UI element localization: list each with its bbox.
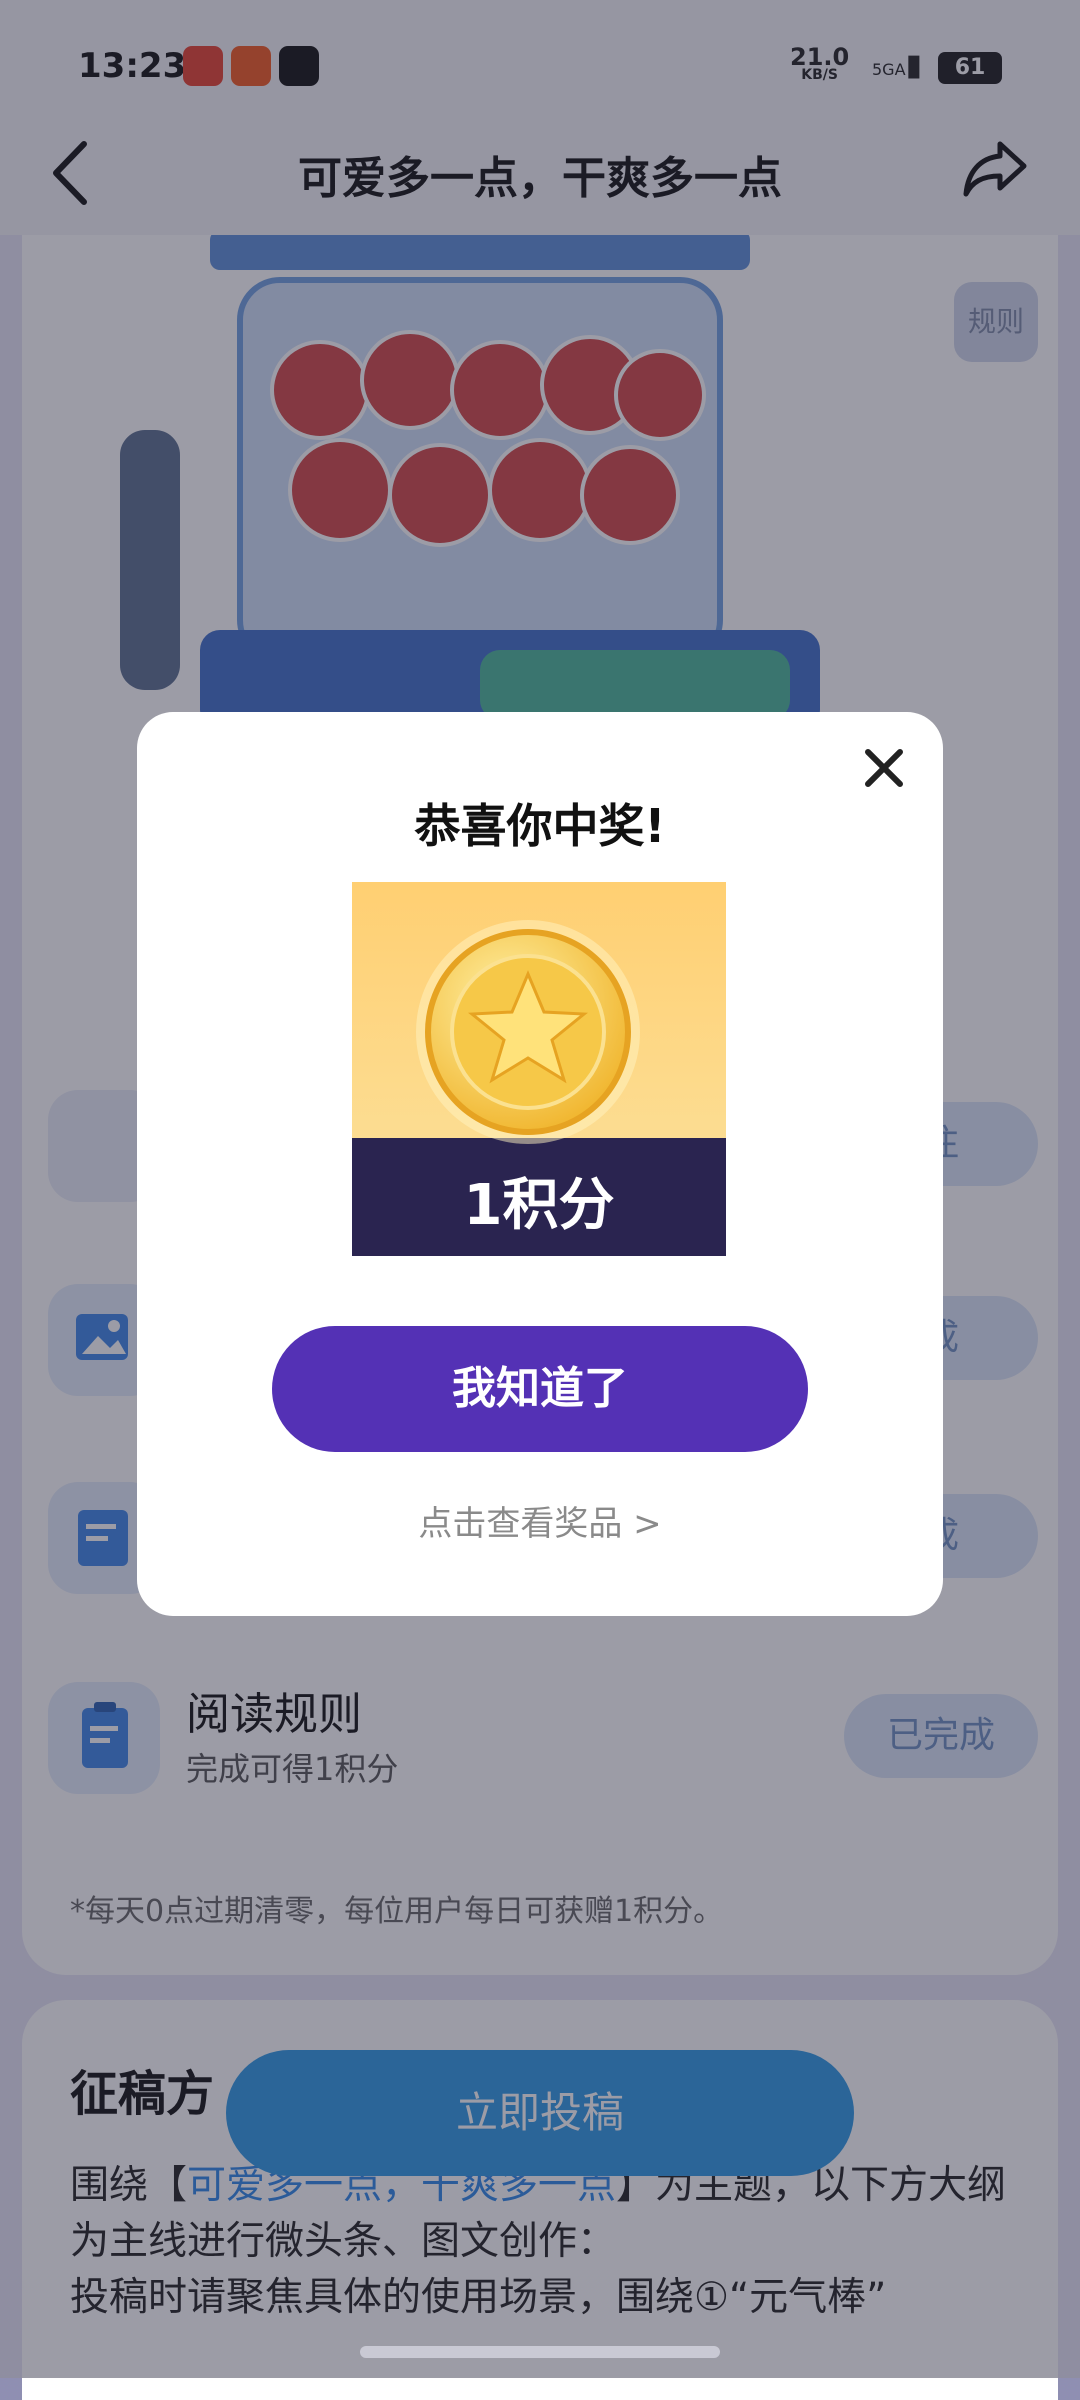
got-it-button[interactable]: 我知道了 [272, 1326, 808, 1452]
prize-label: 1积分 [463, 1173, 615, 1238]
home-indicator[interactable] [360, 2346, 720, 2358]
close-icon[interactable] [856, 740, 912, 796]
view-prize-link[interactable]: 点击查看奖品 > [137, 1496, 943, 1545]
modal-title: 恭喜你中奖! [414, 799, 666, 853]
